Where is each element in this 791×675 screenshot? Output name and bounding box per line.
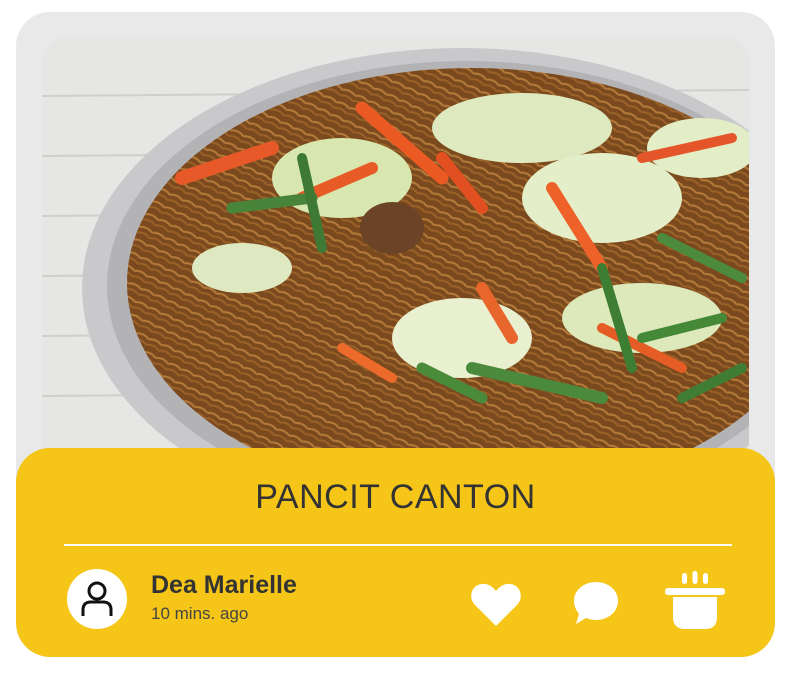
comment-button[interactable] xyxy=(572,580,620,631)
heart-icon xyxy=(471,583,521,626)
cook-button[interactable] xyxy=(665,571,725,638)
user-icon xyxy=(81,581,113,616)
chat-bubble-icon xyxy=(574,582,618,624)
like-button[interactable] xyxy=(470,582,522,633)
recipe-title: PANCIT CANTON xyxy=(255,478,536,516)
pancit-canton-image xyxy=(42,38,749,468)
recipe-info-panel: PANCIT CANTON Dea Marielle 10 mins. ago xyxy=(16,448,775,657)
author-avatar[interactable] xyxy=(67,569,127,629)
post-time: 10 mins. ago xyxy=(151,604,249,623)
author-name[interactable]: Dea Marielle xyxy=(151,571,297,600)
cooking-pot-icon xyxy=(665,571,725,629)
recipe-card[interactable]: PANCIT CANTON Dea Marielle 10 mins. ago xyxy=(16,12,775,657)
recipe-photo xyxy=(42,38,749,468)
divider xyxy=(64,544,732,546)
